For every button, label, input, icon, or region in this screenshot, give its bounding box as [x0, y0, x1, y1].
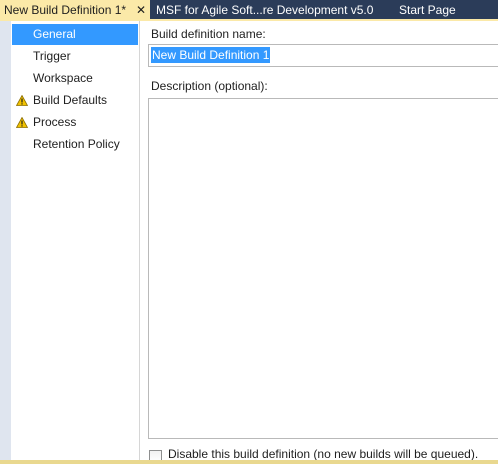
tab-label: New Build Definition 1*	[4, 3, 127, 17]
sidebar-item-general[interactable]: General	[12, 24, 138, 45]
description-label: Description (optional):	[151, 79, 268, 93]
disable-build-label[interactable]: Disable this build definition (no new bu…	[168, 447, 478, 461]
sidebar-item-label: Process	[33, 115, 77, 129]
build-name-label: Build definition name:	[151, 27, 266, 41]
sidebar-item-label: General	[33, 27, 76, 41]
tab-label: Start Page	[399, 3, 456, 17]
tab-start-page[interactable]: Start Page	[399, 0, 456, 21]
sidebar-item-trigger[interactable]: Trigger	[12, 46, 138, 67]
sidebar-item-label: Build Defaults	[33, 93, 108, 107]
warning-icon	[16, 95, 28, 106]
sidebar-gutter	[0, 21, 11, 464]
sidebar-item-process[interactable]: Process	[12, 112, 138, 133]
warning-icon	[16, 117, 28, 128]
build-name-value: New Build Definition 1	[151, 47, 271, 63]
sidebar-item-label: Trigger	[33, 49, 71, 63]
status-strip	[0, 460, 498, 464]
close-icon[interactable]: ✕	[134, 0, 148, 21]
tab-label: MSF for Agile Soft...re Development v5.0	[156, 3, 374, 17]
sidebar-item-label: Workspace	[33, 71, 93, 85]
description-textarea[interactable]	[148, 98, 498, 439]
sidebar-item-workspace[interactable]: Workspace	[12, 68, 138, 89]
tab-new-build-definition[interactable]: New Build Definition 1* ✕	[0, 0, 150, 21]
tab-msf-agile[interactable]: MSF for Agile Soft...re Development v5.0	[156, 0, 373, 21]
sidebar-item-retention-policy[interactable]: Retention Policy	[12, 134, 138, 155]
document-tab-strip: New Build Definition 1* ✕ MSF for Agile …	[0, 0, 498, 21]
sidebar-item-build-defaults[interactable]: Build Defaults	[12, 90, 138, 111]
build-name-input[interactable]: New Build Definition 1	[148, 44, 498, 67]
sidebar-item-label: Retention Policy	[33, 137, 120, 151]
